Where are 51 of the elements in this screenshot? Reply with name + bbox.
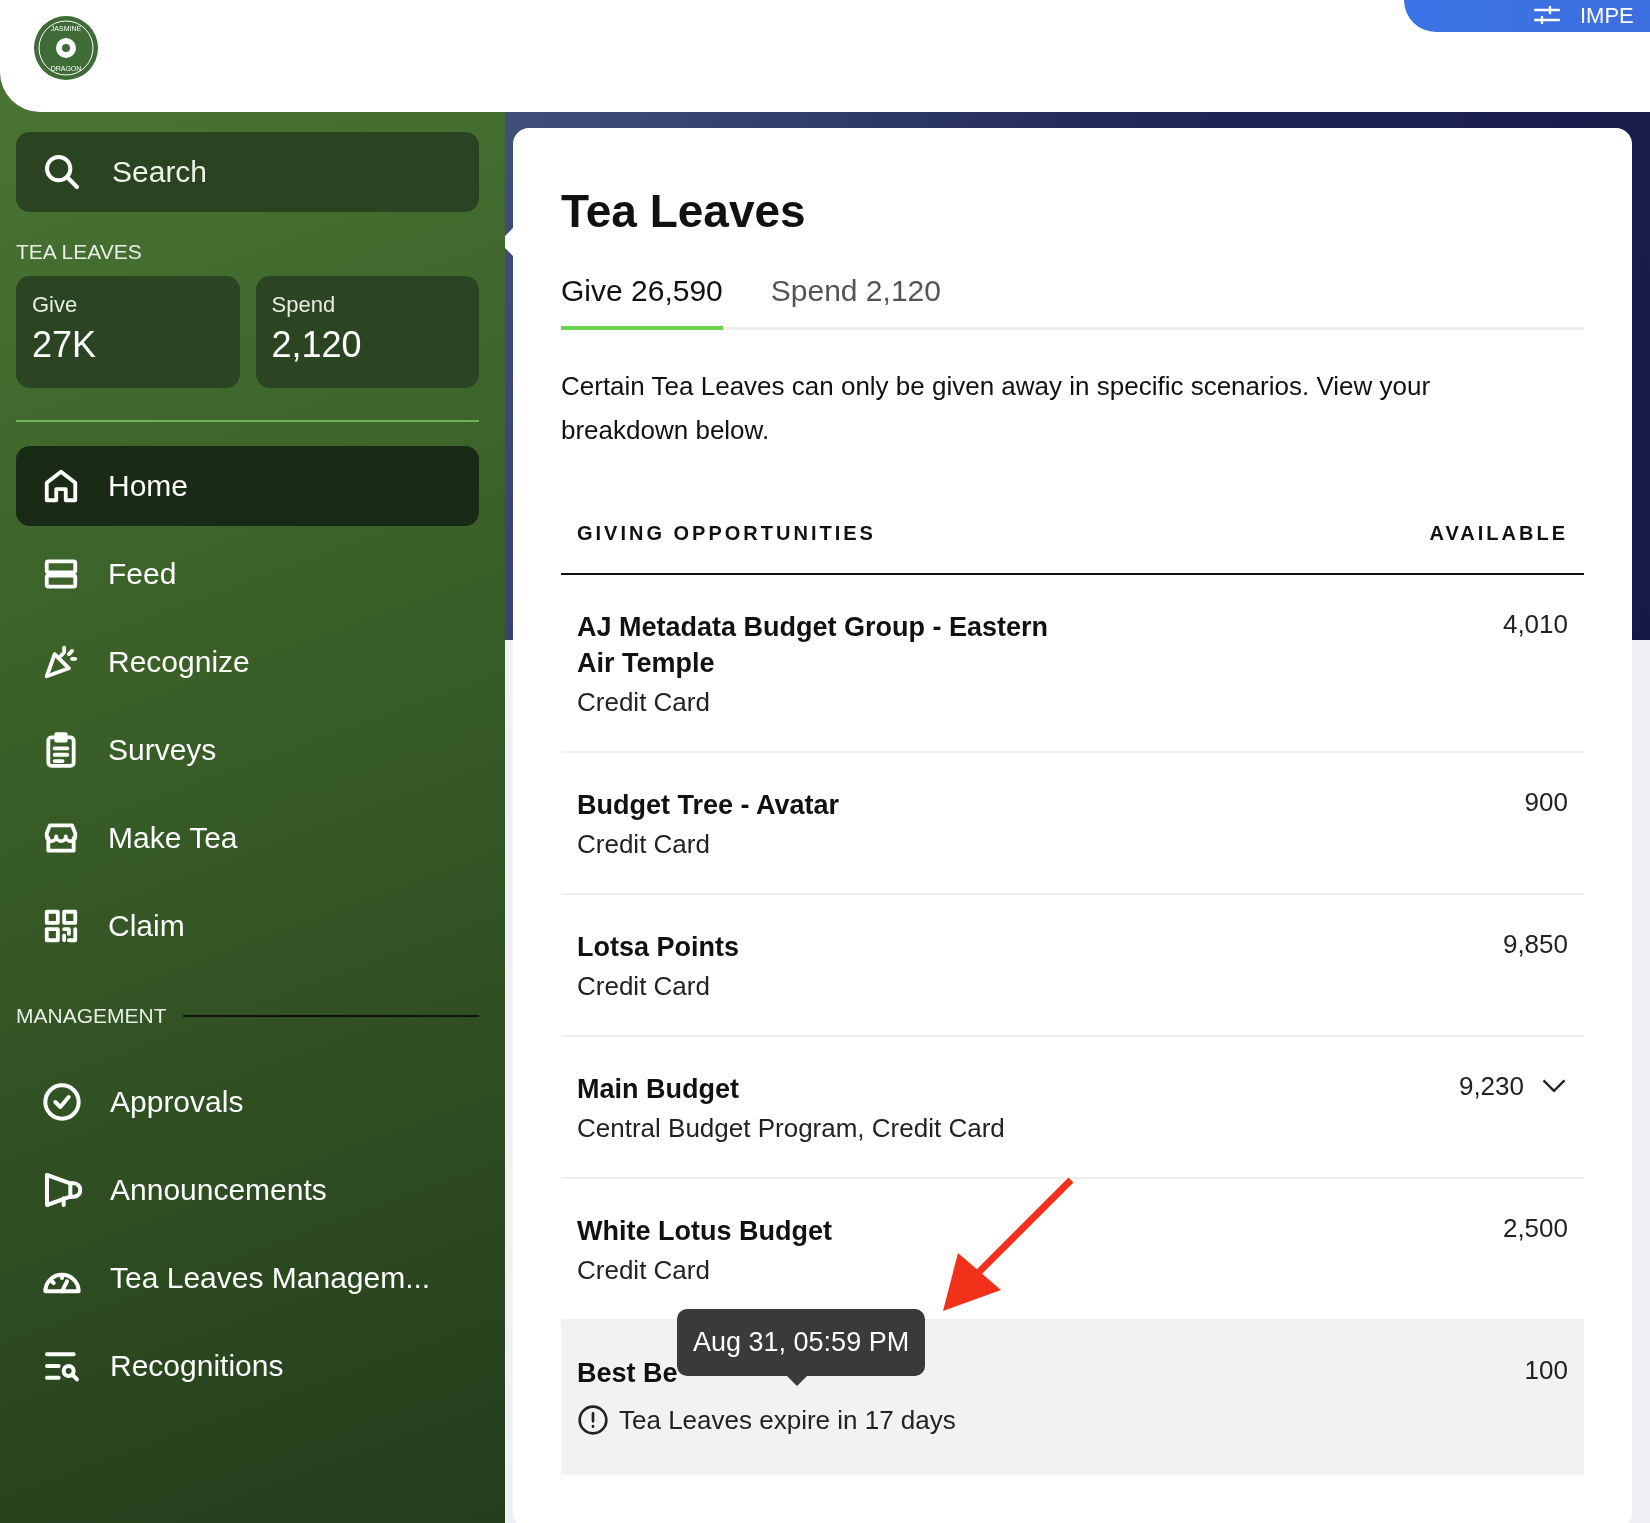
balance-value: 27K	[32, 324, 98, 366]
nav-item[interactable]: Recognize	[16, 622, 479, 702]
row-detail: Central Budget Program, Credit Card	[577, 1112, 1005, 1145]
tooltip-pointer	[787, 1376, 807, 1386]
expiry-warning: Tea Leaves expire in 17 days	[619, 1404, 956, 1437]
row-detail: Credit Card	[577, 970, 711, 1003]
qr-code-icon	[42, 907, 80, 945]
sliders-icon	[1534, 6, 1560, 26]
available-amount: 2,500	[1502, 1213, 1568, 1244]
tab[interactable]: Give 26,590	[561, 274, 723, 330]
available-amount: 9,850	[1502, 929, 1568, 960]
home-icon	[42, 467, 80, 505]
balance-label: Spend	[271, 292, 337, 318]
row-detail: Credit Card	[577, 828, 711, 861]
section-heading: MANAGEMENT	[16, 1004, 167, 1028]
balance-value: 2,120	[271, 324, 363, 366]
nav-item[interactable]: Claim	[16, 886, 479, 966]
search-field[interactable]: Search	[16, 132, 479, 212]
party-popper-icon	[42, 643, 80, 681]
row-name: AJ Metadata Budget Group - Eastern Air Temple	[577, 611, 1050, 680]
available-amount: 9,230	[1458, 1071, 1524, 1102]
nav-item[interactable]: Feed	[16, 534, 479, 614]
check-circle-icon	[42, 1082, 82, 1122]
megaphone-icon	[42, 1170, 82, 1210]
nav-item[interactable]: Home	[16, 446, 479, 526]
alert-circle-icon	[577, 1404, 609, 1436]
search-icon	[42, 152, 82, 192]
description: Certain Tea Leaves can only be given away in specific scenarios. View your breakdown below.	[561, 370, 1432, 447]
nav-item[interactable]: Make Tea	[16, 798, 479, 878]
row-detail: Credit Card	[577, 686, 711, 719]
row-name: White Lotus Budget	[577, 1215, 832, 1248]
row-name: Budget Tree - Avatar	[577, 789, 840, 822]
row-name: Best Be	[577, 1357, 678, 1390]
row-name: Main Budget	[577, 1073, 739, 1106]
available-amount: 100	[1524, 1355, 1568, 1386]
header-action-button[interactable]: IMPE	[1404, 0, 1650, 32]
available-amount: 900	[1524, 787, 1568, 818]
nav-item[interactable]: Approvals	[16, 1062, 479, 1142]
balance-label: Give	[32, 292, 79, 318]
panel-title: Tea Leaves	[561, 184, 807, 238]
column-header: AVAILABLE	[1429, 522, 1568, 545]
section-heading: TEA LEAVES	[16, 240, 143, 264]
nav-item[interactable]: Announcements	[16, 1150, 479, 1230]
tab[interactable]: Spend 2,120	[770, 274, 941, 330]
row-name: Lotsa Points	[577, 931, 739, 964]
row-detail: Credit Card	[577, 1254, 711, 1287]
nav-item[interactable]: Recognitions	[16, 1326, 479, 1406]
nav-item[interactable]: Tea Leaves Managem...	[16, 1238, 479, 1318]
nav-item[interactable]: Surveys	[16, 710, 479, 790]
column-header: GIVING OPPORTUNITIES	[577, 522, 876, 545]
available-amount: 4,010	[1502, 609, 1568, 640]
